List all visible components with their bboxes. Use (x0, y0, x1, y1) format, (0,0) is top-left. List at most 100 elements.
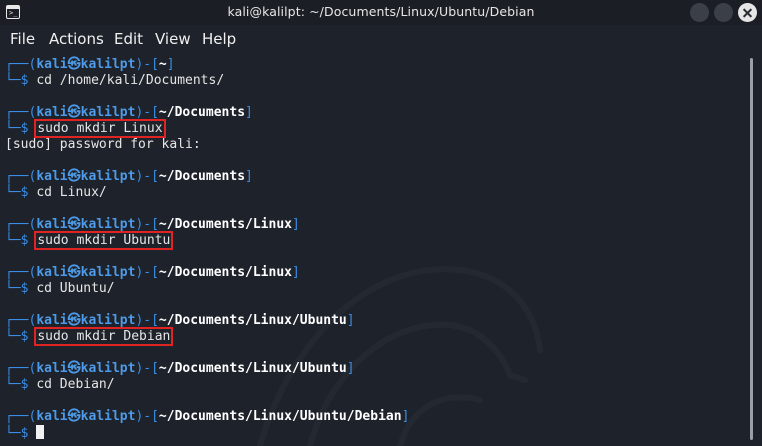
prompt-frame: )-[ (135, 57, 159, 72)
window-title: kali@kalilpt: ~/Documents/Linux/Ubuntu/D… (227, 4, 535, 19)
terminal-window: >_ kali@kalilpt: ~/Documents/Linux/Ubunt… (0, 0, 762, 446)
prompt-skull-icon: ㉿ (67, 409, 81, 424)
menu-view[interactable]: View (155, 30, 191, 48)
prompt-user: kali (36, 265, 68, 280)
command-text: cd Debian/ (36, 377, 115, 392)
minimize-button[interactable] (690, 3, 709, 22)
prompt-cwd: ~/Documents (158, 169, 246, 184)
prompt-frame: )-[ (135, 361, 159, 376)
prompt-line: ┌──(kali㉿kalilpt)-[~/Documents/Linux] (5, 265, 300, 281)
highlighted-command: sudo mkdir Ubuntu (34, 231, 174, 250)
menu-actions[interactable]: Actions (49, 30, 104, 48)
prompt-user: kali (36, 217, 68, 232)
prompt-frame: )-[ (135, 265, 159, 280)
prompt-skull-icon: ㉿ (67, 217, 81, 232)
prompt-frame: └─ (5, 73, 21, 88)
menu-help[interactable]: Help (202, 30, 236, 48)
prompt-user: kali (36, 409, 68, 424)
prompt-cwd: ~/Documents/Linux (158, 265, 292, 280)
prompt-frame: )-[ (135, 409, 159, 424)
prompt-frame: ] (291, 217, 300, 232)
prompt-dollar: $ (20, 329, 37, 344)
terminal-output[interactable]: ┌──(kali㉿kalilpt)-[~] └─$ cd /home/kali/D… (0, 53, 762, 446)
prompt-frame: ] (346, 313, 355, 328)
command-line: └─$ cd Linux/ (5, 185, 107, 201)
prompt-host: kalilpt (80, 361, 136, 376)
prompt-frame: )-[ (135, 105, 159, 120)
prompt-frame: ┌──( (5, 265, 37, 280)
prompt-frame: ┌──( (5, 169, 37, 184)
prompt-line: ┌──(kali㉿kalilpt)-[~/Documents/Linux/Ubu… (5, 361, 355, 377)
prompt-cwd: ~/Documents/Linux (158, 217, 292, 232)
prompt-cwd: ~/Documents/Linux/Ubuntu (158, 361, 347, 376)
prompt-frame: └─ (5, 377, 21, 392)
prompt-skull-icon: ㉿ (67, 265, 81, 280)
prompt-frame: ] (166, 57, 175, 72)
prompt-dollar: $ (20, 121, 37, 136)
prompt-dollar: $ (20, 233, 37, 248)
prompt-frame: └─ (5, 329, 21, 344)
prompt-cwd: ~/Documents/Linux/Ubuntu (158, 313, 347, 328)
prompt-frame: └─ (5, 426, 21, 441)
menu-file[interactable]: File (10, 30, 35, 48)
prompt-cwd: ~/Documents/Linux/Ubuntu/Debian (158, 409, 402, 424)
text-cursor (36, 425, 45, 439)
prompt-user: kali (36, 169, 68, 184)
prompt-line: ┌──(kali㉿kalilpt)-[~/Documents] (5, 105, 253, 121)
prompt-dollar: $ (20, 185, 37, 200)
prompt-host: kalilpt (80, 409, 136, 424)
prompt-line: ┌──(kali㉿kalilpt)-[~/Documents/Linux] (5, 217, 300, 233)
prompt-host: kalilpt (80, 169, 136, 184)
command-line: └─$ sudo mkdir Ubuntu (5, 231, 174, 250)
prompt-frame: └─ (5, 281, 21, 296)
prompt-frame: ┌──( (5, 361, 37, 376)
prompt-dollar: $ (20, 73, 37, 88)
maximize-button[interactable] (714, 3, 733, 22)
command-line: └─$ sudo mkdir Debian (5, 327, 174, 346)
output-line: [sudo] password for kali: (5, 137, 201, 153)
prompt-skull-icon: ㉿ (67, 313, 81, 328)
prompt-user: kali (36, 313, 68, 328)
prompt-dollar: $ (20, 281, 37, 296)
prompt-line: ┌──(kali㉿kalilpt)-[~/Documents/Linux/Ubu… (5, 409, 409, 425)
prompt-frame: )-[ (135, 169, 159, 184)
menu-edit[interactable]: Edit (114, 30, 143, 48)
menu-bar: File Actions Edit View Help (0, 25, 762, 53)
prompt-host: kalilpt (80, 217, 136, 232)
prompt-line: ┌──(kali㉿kalilpt)-[~/Documents/Linux/Ubu… (5, 313, 355, 329)
prompt-frame: ┌──( (5, 57, 37, 72)
prompt-frame: ┌──( (5, 105, 37, 120)
prompt-host: kalilpt (80, 313, 136, 328)
prompt-frame: ┌──( (5, 217, 37, 232)
command-line: └─$ (5, 425, 45, 441)
prompt-skull-icon: ㉿ (67, 105, 81, 120)
command-text: cd /home/kali/Documents/ (36, 73, 225, 88)
prompt-frame: ] (245, 169, 253, 184)
prompt-frame: ┌──( (5, 313, 37, 328)
title-bar[interactable]: >_ kali@kalilpt: ~/Documents/Linux/Ubunt… (0, 0, 762, 25)
highlighted-command: sudo mkdir Linux (34, 119, 166, 138)
command-line: └─$ cd Ubuntu/ (5, 281, 115, 297)
prompt-skull-icon: ㉿ (67, 169, 81, 184)
prompt-host: kalilpt (80, 105, 136, 120)
prompt-skull-icon: ㉿ (67, 361, 81, 376)
prompt-user: kali (36, 57, 68, 72)
close-button[interactable] (738, 3, 757, 22)
prompt-cwd: ~/Documents (158, 105, 246, 120)
prompt-line: ┌──(kali㉿kalilpt)-[~/Documents] (5, 169, 253, 185)
prompt-user: kali (36, 361, 68, 376)
prompt-line: ┌──(kali㉿kalilpt)-[~] (5, 57, 175, 73)
prompt-cwd: ~ (158, 57, 167, 72)
command-line: └─$ cd /home/kali/Documents/ (5, 73, 224, 89)
command-line: └─$ sudo mkdir Linux (5, 119, 166, 138)
scrollbar[interactable] (750, 58, 753, 440)
prompt-frame: └─ (5, 121, 21, 136)
prompt-host: kalilpt (80, 57, 136, 72)
highlighted-command: sudo mkdir Debian (34, 327, 174, 346)
prompt-dollar: $ (20, 377, 37, 392)
prompt-host: kalilpt (80, 265, 136, 280)
prompt-user: kali (36, 105, 68, 120)
command-text: cd Linux/ (36, 185, 107, 200)
command-text: cd Ubuntu/ (36, 281, 115, 296)
prompt-frame: └─ (5, 185, 21, 200)
